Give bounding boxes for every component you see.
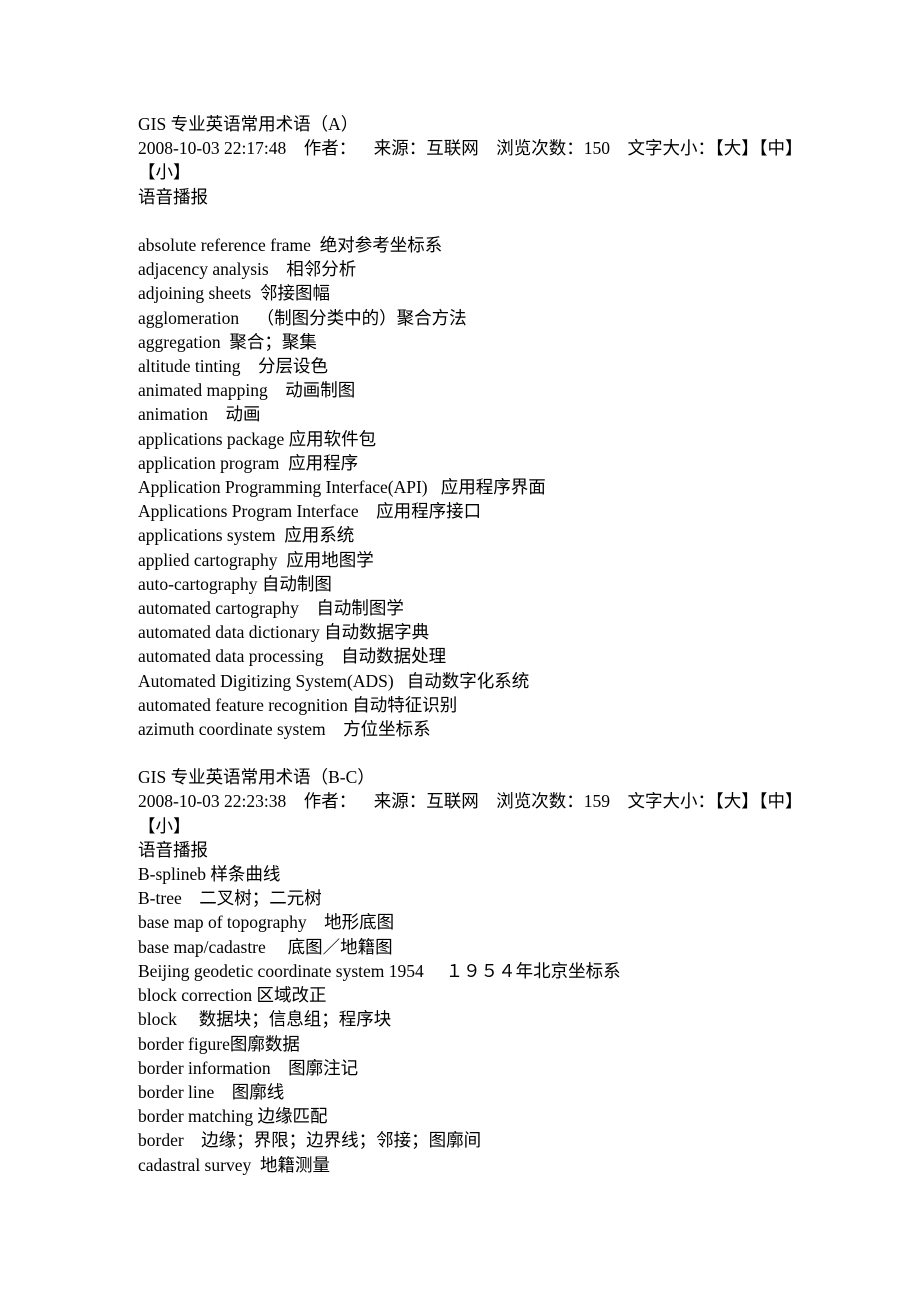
list-item: agglomeration （制图分类中的）聚合方法 — [138, 307, 467, 328]
list-item: automated data processing 自动数据处理 — [138, 646, 447, 667]
list-item: cadastral survey 地籍测量 — [138, 1154, 330, 1175]
article-gis-terms-a: GIS 专业英语常用术语（A） 2008-10-03 22:17:48 作者： … — [138, 112, 806, 741]
list-item: B-tree 二叉树；二元树 — [138, 888, 322, 909]
list-item: altitude tinting 分层设色 — [138, 356, 329, 377]
term-list-a: absolute reference frame 绝对参考坐标系 adjacen… — [138, 233, 806, 741]
list-item: aggregation 聚合；聚集 — [138, 331, 317, 352]
article-gis-terms-bc: GIS 专业英语常用术语（B-C） 2008-10-03 22:23:38 作者… — [138, 765, 806, 1176]
list-item: B-splineb 样条曲线 — [138, 864, 281, 885]
term-list-bc: B-splineb 样条曲线 B-tree 二叉树；二元树 base map o… — [138, 862, 806, 1177]
article-title: GIS 专业英语常用术语（B-C） — [138, 767, 375, 788]
list-item: automated cartography 自动制图学 — [138, 598, 404, 619]
list-item: Applications Program Interface 应用程序接口 — [138, 501, 482, 522]
list-item: border matching 边缘匹配 — [138, 1106, 328, 1127]
list-item: applications package 应用软件包 — [138, 428, 377, 449]
list-item: block correction 区域改正 — [138, 985, 327, 1006]
list-item: Application Programming Interface(API) 应… — [138, 477, 546, 498]
article-meta: 2008-10-03 22:17:48 作者： 来源：互联网 浏览次数：150 … — [138, 138, 803, 183]
list-item: base map/cadastre 底图／地籍图 — [138, 936, 393, 957]
list-item: applications system 应用系统 — [138, 525, 355, 546]
audio-broadcast-link[interactable]: 语音播报 — [138, 185, 806, 209]
list-item: Automated Digitizing System(ADS) 自动数字化系统 — [138, 670, 530, 691]
list-item: automated feature recognition 自动特征识别 — [138, 694, 458, 715]
list-item: base map of topography 地形底图 — [138, 912, 395, 933]
list-item: adjacency analysis 相邻分析 — [138, 259, 357, 280]
audio-broadcast-link[interactable]: 语音播报 — [138, 838, 806, 862]
list-item: block 数据块；信息组；程序块 — [138, 1009, 392, 1030]
list-item: application program 应用程序 — [138, 452, 359, 473]
list-item: absolute reference frame 绝对参考坐标系 — [138, 235, 443, 255]
list-item: animation 动画 — [138, 404, 261, 425]
list-item: applied cartography 应用地图学 — [138, 549, 374, 570]
document-page: GIS 专业英语常用术语（A） 2008-10-03 22:17:48 作者： … — [0, 0, 920, 1302]
list-item: adjoining sheets 邻接图幅 — [138, 283, 330, 304]
list-item: automated data dictionary 自动数据字典 — [138, 622, 430, 643]
list-item: azimuth coordinate system 方位坐标系 — [138, 719, 431, 740]
list-item: auto-cartography 自动制图 — [138, 573, 332, 594]
article-title: GIS 专业英语常用术语（A） — [138, 114, 359, 134]
list-item: animated mapping 动画制图 — [138, 380, 356, 401]
list-item: border information 图廓注记 — [138, 1057, 359, 1078]
list-item: border line 图廓线 — [138, 1081, 285, 1102]
article-meta: 2008-10-03 22:23:38 作者： 来源：互联网 浏览次数：159 … — [138, 791, 803, 836]
list-item: Beijing geodetic coordinate system 1954 … — [138, 960, 621, 981]
list-item: border figure图廓数据 — [138, 1033, 300, 1054]
list-item: border 边缘；界限；边界线；邻接；图廓间 — [138, 1130, 482, 1151]
